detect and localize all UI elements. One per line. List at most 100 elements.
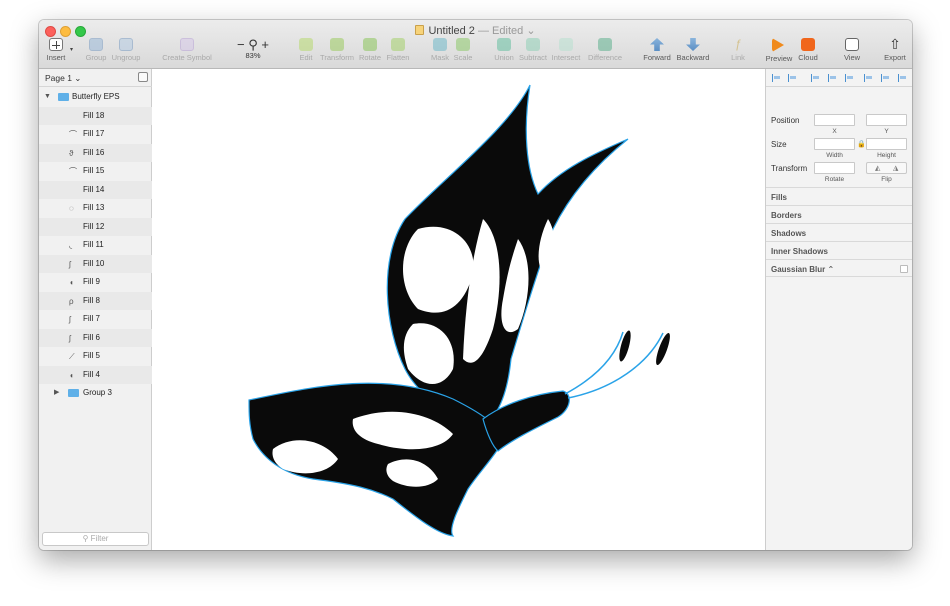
preview-button[interactable]: Preview — [765, 38, 793, 68]
layer-row[interactable]: ◟ Fill 11 — [39, 236, 152, 255]
title-menu-caret[interactable]: ⌄ — [526, 25, 535, 37]
gaussian-blur-section[interactable]: Gaussian Blur ⌃ — [766, 259, 912, 277]
antenna-right[interactable] — [567, 332, 664, 399]
insert-label: Insert — [46, 53, 66, 62]
align-left-icon[interactable] — [811, 74, 820, 82]
layer-row-group-3[interactable]: ▶ Group 3 — [39, 384, 152, 403]
link-button[interactable]: ƒ Link — [727, 38, 749, 68]
zoom-in-button[interactable]: + — [261, 37, 269, 52]
layer-row[interactable]: ◌ Fill 13 — [39, 199, 152, 218]
gaussian-blur-checkbox[interactable] — [900, 265, 908, 273]
shape-icon: ϑ — [69, 148, 74, 158]
layer-row[interactable]: ⟋ Fill 5 — [39, 347, 152, 366]
width-field[interactable] — [814, 138, 855, 150]
align-top-icon[interactable] — [864, 74, 873, 82]
align-middle-icon[interactable] — [881, 74, 890, 82]
edit-icon — [299, 38, 313, 51]
layer-row[interactable]: ʃ Fill 6 — [39, 328, 152, 347]
rotate-button[interactable]: Rotate — [357, 38, 383, 68]
backward-label: Backward — [676, 53, 710, 62]
layer-label: Fill 14 — [83, 184, 105, 194]
layer-row[interactable]: ʃ Fill 10 — [39, 254, 152, 273]
fills-section[interactable]: Fills — [766, 187, 912, 205]
layer-row[interactable]: ◖ Fill 4 — [39, 365, 152, 384]
lock-icon[interactable]: 🔒 — [857, 140, 866, 148]
backward-button[interactable]: Backward — [675, 38, 711, 68]
layer-row[interactable]: ʃ Fill 7 — [39, 310, 152, 329]
group-button[interactable]: Group — [84, 38, 108, 68]
canvas[interactable] — [153, 69, 765, 550]
butterfly-artwork[interactable] — [153, 69, 765, 550]
view-icon — [845, 38, 859, 51]
search-icon: ⚲ — [82, 534, 89, 543]
position-label: Position — [771, 116, 800, 125]
layer-label: Fill 11 — [83, 240, 104, 249]
magnifier-icon: ⚲ — [248, 37, 258, 52]
ungroup-label: Ungroup — [111, 53, 141, 62]
transform-button[interactable]: Transform — [319, 38, 355, 68]
layer-row[interactable]: Fill 12 — [39, 217, 152, 236]
layer-row[interactable]: ϑ Fill 16 — [39, 143, 152, 162]
flip-horizontal-icon[interactable]: ◭ — [875, 164, 880, 172]
shape-icon: ʃ — [69, 259, 71, 269]
align-right-icon[interactable] — [845, 74, 854, 82]
align-bottom-icon[interactable] — [898, 74, 907, 82]
flip-label: Flip — [881, 176, 892, 183]
union-button[interactable]: Union — [492, 38, 516, 68]
borders-section[interactable]: Borders — [766, 205, 912, 223]
view-button[interactable]: View — [840, 38, 864, 68]
export-label: Export — [884, 53, 906, 62]
create-symbol-button[interactable]: Create Symbol — [161, 38, 213, 68]
export-icon: ⇧ — [889, 36, 901, 52]
layer-filter-input[interactable]: ⚲ Filter — [42, 532, 149, 546]
insert-button[interactable]: ▾ Insert — [43, 38, 73, 68]
layer-row[interactable]: Fill 14 — [39, 180, 152, 199]
layer-row-butterfly-eps[interactable]: ▼ Butterfly EPS — [39, 88, 152, 107]
shadows-section[interactable]: Shadows — [766, 223, 912, 241]
mask-button[interactable]: Mask — [428, 38, 452, 68]
align-center-icon[interactable] — [828, 74, 837, 82]
height-field[interactable] — [866, 138, 907, 150]
export-button[interactable]: ⇧ Export — [882, 36, 908, 68]
edited-status: — Edited — [478, 25, 524, 37]
document-icon — [415, 25, 425, 35]
layer-label: Fill 13 — [83, 203, 105, 212]
butterfly-shape[interactable] — [248, 84, 673, 537]
disclosure-right-icon[interactable]: ▶ — [54, 384, 59, 403]
subtract-button[interactable]: Subtract — [518, 38, 548, 68]
edit-button[interactable]: Edit — [295, 38, 317, 68]
antenna-tip-left[interactable] — [617, 330, 633, 363]
layer-row[interactable]: ρ Fill 8 — [39, 291, 152, 310]
disclosure-down-icon[interactable]: ▼ — [44, 88, 51, 107]
zoom-control: − ⚲ + 83% — [232, 38, 274, 68]
cloud-button[interactable]: Cloud — [795, 38, 821, 68]
union-icon — [497, 38, 511, 51]
page-selector-label: Page 1 ⌄ — [45, 73, 82, 83]
antenna-tip-right[interactable] — [653, 332, 672, 367]
inner-shadows-section[interactable]: Inner Shadows — [766, 241, 912, 259]
rotate-field[interactable] — [814, 162, 855, 174]
position-x-field[interactable] — [814, 114, 855, 126]
difference-button[interactable]: Difference — [584, 38, 626, 68]
layer-row[interactable]: ⌒ Fill 17 — [39, 125, 152, 144]
flatten-button[interactable]: Flatten — [385, 38, 411, 68]
page-selector[interactable]: Page 1 ⌄ — [39, 69, 152, 87]
distribute-horizontal-icon[interactable] — [772, 74, 781, 82]
rotate-label: Rotate — [824, 176, 845, 183]
forward-button[interactable]: Forward — [641, 38, 673, 68]
antenna-left[interactable] — [564, 331, 624, 395]
intersect-button[interactable]: Intersect — [550, 38, 582, 68]
ungroup-button[interactable]: Ungroup — [110, 38, 142, 68]
page-list-toggle-button[interactable] — [138, 72, 148, 82]
distribute-vertical-icon[interactable] — [788, 74, 797, 82]
zoom-out-button[interactable]: − — [237, 37, 245, 52]
layer-row[interactable]: ◖ Fill 9 — [39, 273, 152, 292]
cloud-label: Cloud — [798, 53, 818, 62]
layer-list: ▼ Butterfly EPS Fill 18 ⌒ Fill 17 ϑ Fill 1… — [39, 88, 152, 403]
scale-button[interactable]: Scale — [452, 38, 474, 68]
flip-control[interactable]: ◭ ◮ — [866, 162, 907, 174]
position-y-field[interactable] — [866, 114, 907, 126]
layer-row[interactable]: Fill 18 — [39, 106, 152, 125]
flip-vertical-icon[interactable]: ◮ — [893, 164, 898, 172]
layer-row[interactable]: ⌒ Fill 15 — [39, 162, 152, 181]
